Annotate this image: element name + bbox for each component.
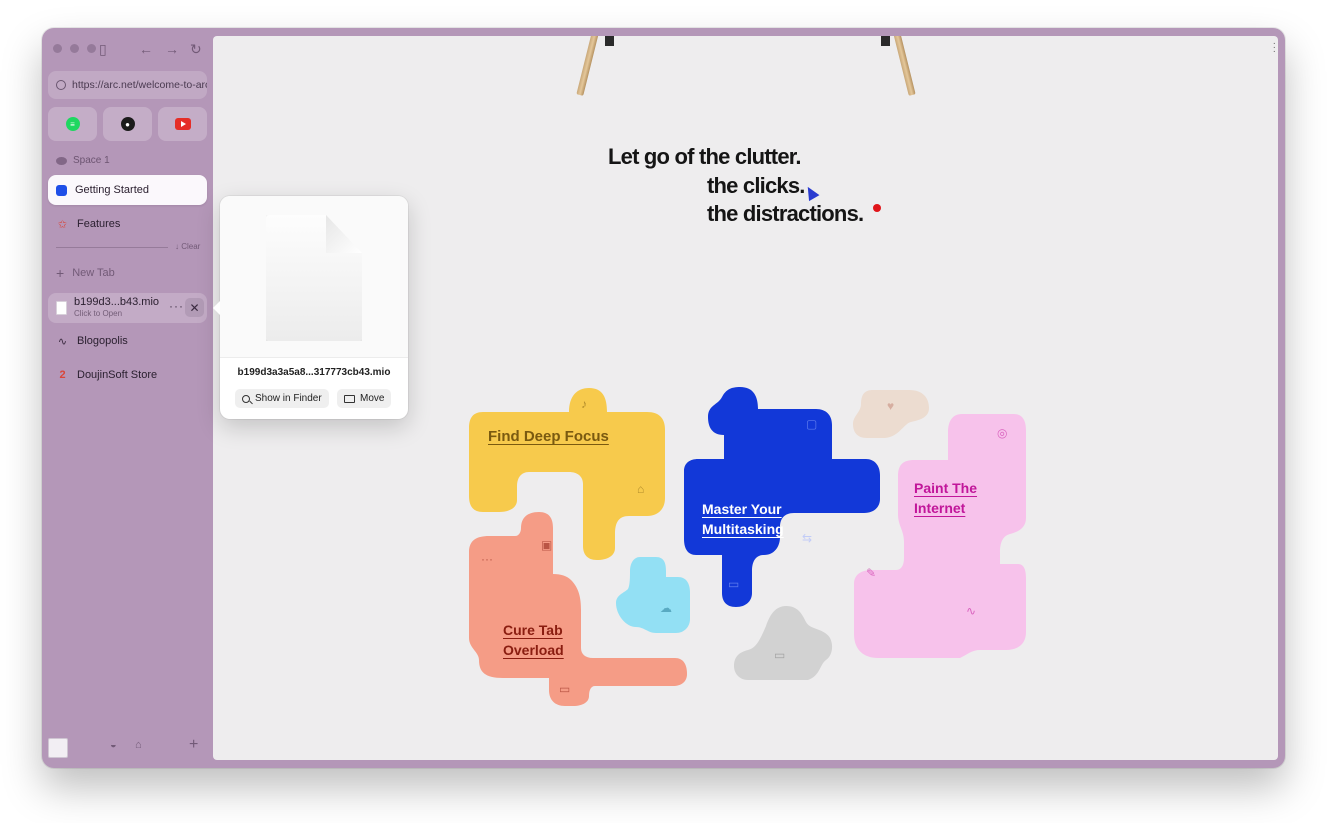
- popover-filename: b199d3a3a5a8...317773cb43.mio: [237, 367, 391, 378]
- github-icon: ●: [120, 117, 135, 131]
- more-vertical-icon[interactable]: · · ·: [1273, 39, 1276, 57]
- doujinsoft-icon: 2: [59, 369, 66, 381]
- planet-icon[interactable]: ◒: [110, 739, 117, 751]
- favorite-spotify[interactable]: ≡: [48, 107, 97, 141]
- close-icon[interactable]: ✕: [185, 298, 204, 317]
- heart-icon: ♥: [887, 399, 895, 413]
- light-blue-puzzle-shape: [616, 557, 690, 633]
- star-icon: ✩: [57, 218, 68, 231]
- piece-label: Cure Tab Overload: [503, 622, 564, 658]
- zoom-window-button[interactable]: [87, 44, 96, 53]
- sidebar: ▯ ← → ↻ https://arc.net/welcome-to-arc ≡…: [42, 28, 213, 768]
- blue-square-icon: [56, 184, 67, 196]
- clear-tabs-button[interactable]: ↓ Clear: [175, 242, 200, 251]
- keyboard-icon: ▭: [728, 577, 740, 591]
- sidebar-bottom-bar: ◒ ⌂ +: [42, 736, 213, 760]
- piece-label: Master Your Multitasking: [702, 501, 784, 537]
- spotify-icon: ≡: [65, 117, 80, 131]
- tab-label: Blogopolis: [77, 335, 128, 347]
- tab-getting-started[interactable]: Getting Started: [48, 175, 207, 205]
- minimize-window-button[interactable]: [70, 44, 79, 53]
- book-icon: ▢: [806, 417, 818, 431]
- paint-the-internet-piece[interactable]: Paint The Internet ◎ ✎ ∿: [854, 414, 1026, 658]
- paint-brush-icon: ✎: [866, 566, 877, 580]
- document-icon: [266, 215, 362, 341]
- red-dot: [873, 204, 881, 212]
- more-icon[interactable]: ···: [169, 299, 184, 313]
- master-multitasking-piece[interactable]: Master Your Multitasking ▢ ⇆ ▭: [684, 387, 880, 607]
- keyboard-icon: ▭: [774, 648, 786, 662]
- headline-line-2: the clicks.: [707, 173, 805, 198]
- show-in-finder-label: Show in Finder: [255, 393, 322, 404]
- youtube-icon: [174, 118, 191, 130]
- reload-icon[interactable]: ↻: [190, 41, 202, 57]
- tab-features[interactable]: ✩ Features: [48, 209, 207, 239]
- favorite-youtube[interactable]: [158, 107, 207, 141]
- easel-leg-right: [893, 36, 916, 96]
- file-icon: [56, 301, 67, 315]
- grey-piece[interactable]: ▭: [734, 606, 834, 682]
- piece-label: Paint The Internet: [914, 480, 978, 516]
- download-popover: b199d3a3a5a8...317773cb43.mio Show in Fi…: [213, 196, 408, 419]
- plus-icon: +: [56, 265, 65, 281]
- move-label: Move: [360, 393, 385, 404]
- pink-puzzle-shape: [854, 414, 1026, 658]
- tab-label: DoujinSoft Store: [77, 369, 158, 381]
- house-icon: ⌂: [637, 482, 645, 496]
- folder-icon: ▭: [559, 682, 571, 696]
- download-subtitle: Click to Open: [74, 309, 123, 318]
- download-item[interactable]: b199d3...b43.mio Click to Open ··· ✕: [48, 293, 207, 323]
- favorite-github[interactable]: ●: [103, 107, 152, 141]
- sidebar-toggle-icon[interactable]: ▯: [99, 41, 107, 57]
- window-controls: [53, 44, 96, 53]
- swap-arrows-icon: ⇆: [802, 531, 813, 545]
- download-text: b199d3...b43.mio Click to Open: [74, 297, 159, 319]
- camera-icon: ◎: [997, 426, 1008, 440]
- move-button[interactable]: Move: [337, 389, 392, 408]
- space-name: Space 1: [73, 155, 110, 166]
- forward-arrow-icon[interactable]: →: [165, 41, 179, 57]
- url-bar[interactable]: https://arc.net/welcome-to-arc: [48, 71, 207, 99]
- download-name: b199d3...b43.mio: [74, 296, 160, 308]
- easel-leg-left: [576, 36, 599, 96]
- back-arrow-icon[interactable]: ←: [139, 41, 153, 57]
- url-text: https://arc.net/welcome-to-arc: [72, 79, 207, 91]
- add-space-icon[interactable]: +: [189, 736, 198, 754]
- dots-icon: ···: [481, 552, 493, 566]
- new-tab-label: New Tab: [72, 267, 115, 279]
- downloads-file-icon[interactable]: [48, 738, 68, 758]
- easel-cap-right: [881, 36, 890, 46]
- file-preview: [220, 196, 408, 358]
- easel-cap-left: [605, 36, 614, 46]
- tab-label: Features: [77, 218, 121, 230]
- squiggle-icon: ∿: [966, 604, 977, 618]
- tab-doujinsoft-store[interactable]: 2 DoujinSoft Store: [48, 360, 207, 390]
- globe-icon: [56, 80, 66, 90]
- tab-label: Getting Started: [75, 184, 149, 196]
- space-label: Space 1: [56, 155, 110, 166]
- cloud-icon: ☁: [660, 601, 672, 615]
- piece-label: Find Deep Focus: [488, 428, 609, 445]
- headline-line-3: the distractions.: [707, 201, 864, 226]
- mouse-cursor: [802, 183, 820, 202]
- window-icon: ▣: [541, 538, 553, 552]
- folder-icon: [344, 394, 355, 403]
- music-note-icon: ♪: [581, 397, 587, 411]
- pinned-divider: [56, 247, 168, 248]
- blue-puzzle-shape: [684, 387, 880, 607]
- new-tab-button[interactable]: + New Tab: [56, 265, 115, 281]
- search-icon: [242, 394, 250, 403]
- archive-icon[interactable]: ⌂: [135, 739, 142, 751]
- close-window-button[interactable]: [53, 44, 62, 53]
- tab-blogopolis[interactable]: ∿ Blogopolis: [48, 326, 207, 356]
- headline-line-1: Let go of the clutter.: [608, 144, 801, 169]
- favorites-row: ≡ ●: [48, 107, 207, 141]
- light-blue-piece[interactable]: ☁: [614, 557, 690, 633]
- show-in-finder-button[interactable]: Show in Finder: [235, 389, 329, 408]
- wave-icon: ∿: [57, 335, 68, 348]
- planet-icon: [56, 156, 67, 165]
- grey-puzzle-shape: [734, 606, 833, 680]
